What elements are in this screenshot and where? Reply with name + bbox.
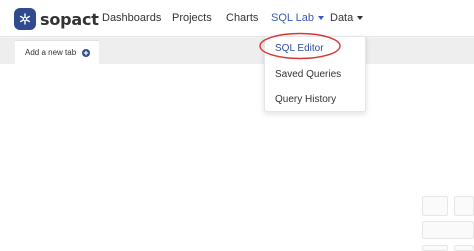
placeholder-panel xyxy=(422,221,474,239)
nav-projects[interactable]: Projects xyxy=(172,12,212,24)
placeholder-panel xyxy=(454,196,474,216)
placeholder-panel xyxy=(454,245,474,251)
plus-circle-icon xyxy=(82,48,91,57)
editor-area xyxy=(0,64,474,251)
sopact-logo-icon xyxy=(14,8,36,30)
brand-name: sopact xyxy=(40,9,99,29)
nav-charts[interactable]: Charts xyxy=(226,12,258,24)
chevron-down-icon xyxy=(318,16,325,21)
sql-lab-dropdown-menu: SQL Editor Saved Queries Query History xyxy=(264,36,366,112)
menu-item-sql-editor[interactable]: SQL Editor xyxy=(275,43,324,54)
placeholder-panel xyxy=(422,245,448,251)
nav-data-label: Data xyxy=(330,12,354,24)
brand-logo[interactable]: sopact xyxy=(14,8,99,30)
nav-sql-lab[interactable]: SQL Lab xyxy=(271,12,325,24)
add-new-tab-label: Add a new tab xyxy=(25,48,77,57)
placeholder-panel xyxy=(422,196,448,216)
nav-dashboards[interactable]: Dashboards xyxy=(102,12,161,24)
top-navbar: sopact Dashboards Projects Charts SQL La… xyxy=(0,0,474,37)
nav-data[interactable]: Data xyxy=(330,12,364,24)
nav-sql-lab-label: SQL Lab xyxy=(271,12,315,24)
add-new-tab-button[interactable]: Add a new tab xyxy=(15,40,99,64)
menu-item-query-history[interactable]: Query History xyxy=(275,94,336,105)
menu-item-saved-queries[interactable]: Saved Queries xyxy=(275,69,341,80)
chevron-down-icon xyxy=(357,16,364,21)
